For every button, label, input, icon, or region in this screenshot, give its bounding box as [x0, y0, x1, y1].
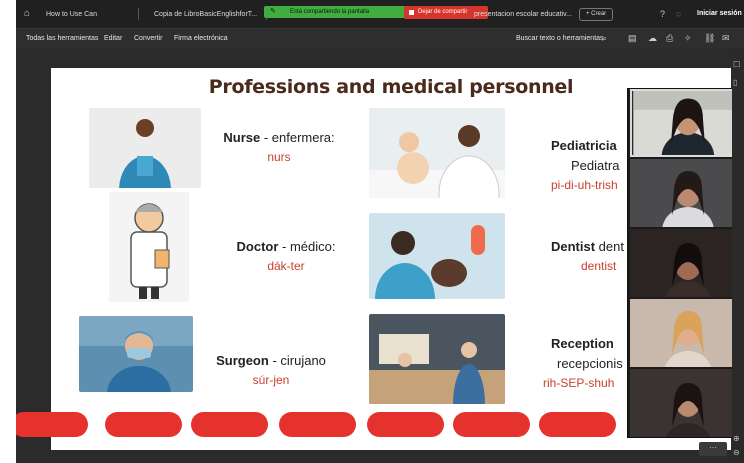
- decor-pill: [191, 412, 268, 437]
- nurse-label: Nurse - enfermera:: [223, 130, 335, 145]
- pencil-icon: ✎: [270, 8, 276, 15]
- help-icon[interactable]: ?: [660, 8, 665, 20]
- decor-pill: [105, 412, 182, 437]
- mail-icon[interactable]: ✉: [722, 32, 730, 45]
- home-icon[interactable]: ⌂: [24, 8, 30, 20]
- page-icon[interactable]: ▯: [733, 78, 737, 88]
- browser-tab-strip: ⌂ How to Use Can Copia de LibroBasicEngl…: [16, 0, 744, 28]
- cloud-upload-icon[interactable]: ☁: [648, 32, 657, 45]
- toolbar-e-sign[interactable]: Firma electrónica: [174, 33, 228, 45]
- notification-icon[interactable]: ○: [676, 8, 681, 20]
- stop-icon: [409, 10, 414, 15]
- share-banner-text: Está compartiendo la pantalla: [290, 9, 370, 15]
- participant-tile-active-speaker[interactable]: [630, 89, 743, 157]
- decor-pill: [453, 412, 530, 437]
- participant-tile[interactable]: [630, 229, 743, 297]
- comment-icon[interactable]: ☐: [733, 60, 740, 70]
- toolbar-edit[interactable]: Editar: [104, 33, 122, 45]
- participant-tile[interactable]: [630, 299, 743, 367]
- doctor-label: Doctor - médico:: [236, 239, 336, 254]
- zoom-out-icon[interactable]: ⊖: [733, 448, 740, 458]
- tab-presentacion[interactable]: presentacion escolar educativ...: [474, 7, 574, 23]
- pediatrician-photo: [369, 108, 505, 198]
- tab-libro[interactable]: Copia de LibroBasicEnglishforT...: [154, 7, 264, 23]
- decor-pill: [16, 412, 88, 437]
- screen-share-banner: ✎ Está compartiendo la pantalla: [264, 6, 424, 18]
- decor-pill: [367, 412, 444, 437]
- participant-tile[interactable]: [630, 159, 743, 227]
- screen: ⌂ How to Use Can Copia de LibroBasicEngl…: [16, 0, 744, 463]
- tab-divider: [138, 8, 139, 20]
- doctor-pronunciation: dák-ter: [267, 259, 305, 273]
- print-icon[interactable]: ⎙: [666, 32, 673, 45]
- create-button[interactable]: + Crear: [579, 8, 614, 21]
- dentist-photo: [369, 213, 505, 299]
- page-view-icon[interactable]: ▤: [628, 32, 637, 45]
- doctor-cartoon: [109, 192, 189, 302]
- link-icon[interactable]: ⛓: [704, 32, 715, 45]
- decor-pill: [539, 412, 616, 437]
- pdf-toolbar: Todas las herramientas Editar Convertir …: [16, 28, 744, 48]
- nurse-photo: [89, 108, 201, 188]
- participant-tile[interactable]: [630, 369, 743, 437]
- stop-sharing-label: Dejar de compartir: [418, 9, 468, 15]
- tab-how-to-use[interactable]: How to Use Can: [46, 7, 136, 23]
- search-icon[interactable]: ⌕: [602, 32, 607, 45]
- ai-assistant-icon[interactable]: ✧: [684, 32, 692, 45]
- right-side-rail: ☐ ▯ ⊕ ⊖: [732, 50, 744, 463]
- toolbar-all-tools[interactable]: Todas las herramientas: [26, 33, 98, 45]
- nurse-pronunciation: nurs: [267, 150, 291, 164]
- search-tools-field[interactable]: Buscar texto o herramientas: [516, 33, 604, 45]
- surgeon-pronunciation: súr-jen: [252, 373, 290, 387]
- reception-photo: [369, 314, 505, 404]
- more-options-icon[interactable]: ···: [699, 442, 727, 456]
- sign-in-button[interactable]: Iniciar sesión: [697, 8, 742, 20]
- toolbar-convert[interactable]: Convertir: [134, 33, 162, 45]
- video-participants-panel: [627, 88, 744, 438]
- zoom-icon[interactable]: ⊕: [733, 434, 740, 444]
- surgeon-label: Surgeon - cirujano: [216, 353, 326, 368]
- surgeon-photo: [79, 316, 193, 392]
- decor-pill: [279, 412, 356, 437]
